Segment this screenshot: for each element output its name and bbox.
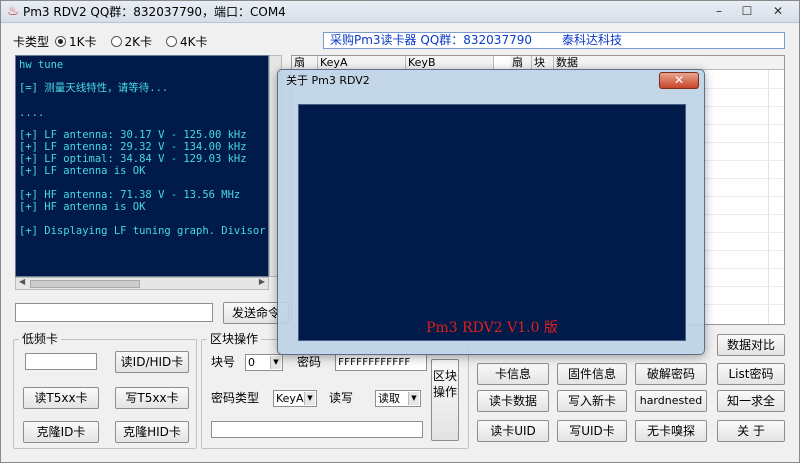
promo-banner: 采购Pm3读卡器 QQ群：832037790 泰科达科技	[323, 32, 785, 49]
read-write-value: 读取	[378, 392, 400, 405]
command-input[interactable]	[15, 303, 213, 322]
password-label: 密码	[297, 355, 322, 369]
radio-1k[interactable]: 1K卡	[55, 33, 97, 50]
window-controls: – ☐ ✕	[705, 3, 795, 20]
password-input[interactable]: FFFFFFFFFFFF	[335, 354, 427, 371]
block-ops-group-label: 区块操作	[207, 332, 262, 346]
block-number-select[interactable]: 0 ▼	[245, 354, 283, 371]
radio-2k-label: 2K卡	[124, 35, 153, 49]
about-dialog-title: 关于 Pm3 RDV2	[286, 74, 370, 87]
window-title: Pm3 RDV2 QQ群：832037790，端口：COM4	[23, 5, 286, 19]
know-one-get-all-button[interactable]: 知一求全	[717, 390, 785, 412]
block-data-input[interactable]	[211, 421, 423, 438]
key-type-select[interactable]: KeyA ▼	[273, 390, 317, 407]
grid-header-keyb[interactable]: KeyB	[406, 56, 494, 70]
about-dialog-close-button[interactable]: ✕	[659, 72, 699, 89]
read-write-select[interactable]: 读取 ▼	[375, 390, 421, 407]
read-uid-button[interactable]: 读卡UID	[477, 420, 549, 442]
terminal-line: [+] LF antenna: 29.32 V - 134.00 kHz	[19, 141, 247, 153]
terminal-horizontal-scrollbar[interactable]: ◀ ▶	[15, 277, 269, 290]
block-number-value: 0	[248, 356, 255, 369]
grid-header-sector[interactable]: 扇	[292, 56, 318, 70]
grid-header-keya[interactable]: KeyA	[318, 56, 406, 70]
radio-4k-label: 4K卡	[180, 35, 208, 49]
write-uid-button[interactable]: 写UID卡	[557, 420, 627, 442]
clone-hid-button[interactable]: 克隆HID卡	[115, 421, 189, 443]
terminal-line: [+] HF antenna is OK	[19, 201, 146, 213]
crack-password-button[interactable]: 破解密码	[635, 363, 707, 385]
terminal-line: ....	[19, 107, 45, 119]
write-new-card-button[interactable]: 写入新卡	[557, 390, 627, 412]
terminal-line: [+] Displaying LF tuning graph. Divisor	[19, 225, 266, 237]
radio-4k-dot[interactable]	[166, 36, 178, 47]
data-compare-button[interactable]: 数据对比	[717, 334, 785, 356]
low-freq-group-label: 低频卡	[19, 332, 62, 346]
about-dialog-body: Pm3 RDV2 V1.0 版	[298, 104, 686, 341]
card-info-button[interactable]: 卡信息	[477, 363, 549, 385]
terminal-line: [+] LF antenna is OK	[19, 165, 146, 177]
radio-1k-dot[interactable]	[55, 36, 67, 47]
maximize-button[interactable]: ☐	[733, 3, 761, 20]
radio-1k-label: 1K卡	[69, 35, 97, 49]
radio-4k[interactable]: 4K卡	[166, 33, 208, 50]
read-write-label: 读写	[329, 391, 354, 405]
read-t5xx-button[interactable]: 读T5xx卡	[23, 387, 99, 409]
scroll-left-icon[interactable]: ◀	[19, 277, 25, 286]
block-number-label: 块号	[211, 355, 236, 369]
card-type-label: 卡类型	[13, 35, 50, 49]
key-type-value: KeyA	[276, 392, 304, 405]
terminal-line: [+] HF antenna: 71.38 V - 13.56 MHz	[19, 189, 241, 201]
terminal-line: [+] LF optimal: 34.84 V - 129.03 kHz	[19, 153, 247, 165]
main-window: ♨ Pm3 RDV2 QQ群：832037790，端口：COM4 – ☐ ✕ 卡…	[0, 0, 800, 463]
close-icon: ✕	[673, 73, 685, 87]
read-id-hid-button[interactable]: 读ID/HID卡	[115, 351, 189, 373]
version-text: Pm3 RDV2 V1.0 版	[426, 320, 558, 336]
grid-header-data[interactable]: 数据	[554, 56, 784, 70]
about-button[interactable]: 关 于	[717, 420, 785, 442]
terminal-line: hw tune	[19, 59, 64, 71]
no-card-sniff-button[interactable]: 无卡嗅探	[635, 420, 707, 442]
card-type-selector: 卡类型 1K卡 2K卡 4K卡	[13, 33, 216, 50]
firmware-info-button[interactable]: 固件信息	[557, 363, 627, 385]
banner-right-text: 泰科达科技	[562, 33, 623, 47]
close-button[interactable]: ✕	[761, 3, 795, 20]
banner-left-text: 采购Pm3读卡器 QQ群：832037790	[330, 33, 532, 47]
minimize-button[interactable]: –	[705, 3, 733, 20]
key-type-label: 密码类型	[211, 391, 260, 405]
clone-id-button[interactable]: 克隆ID卡	[23, 421, 99, 443]
terminal-line: [+] LF antenna: 30.17 V - 125.00 kHz	[19, 129, 247, 141]
grid-header-sector-2[interactable]: 扇	[510, 56, 532, 70]
output-terminal[interactable]: hw tune [=] 测量天线特性，请等待... .... [+] LF an…	[15, 55, 269, 277]
app-logo-icon: ♨	[7, 4, 19, 19]
read-card-data-button[interactable]: 读卡数据	[477, 390, 549, 412]
chevron-down-icon[interactable]: ▼	[270, 356, 281, 369]
low-freq-id-field[interactable]	[25, 353, 97, 370]
scroll-right-icon[interactable]: ▶	[259, 277, 265, 286]
zone-ops-button[interactable]: 区块操作	[431, 359, 459, 441]
title-bar[interactable]: ♨ Pm3 RDV2 QQ群：832037790，端口：COM4 – ☐ ✕	[1, 1, 799, 23]
radio-2k[interactable]: 2K卡	[110, 33, 153, 50]
terminal-line: [=] 测量天线特性，请等待...	[19, 82, 169, 94]
chevron-down-icon[interactable]: ▼	[408, 392, 419, 405]
list-password-button[interactable]: List密码	[717, 363, 785, 385]
about-dialog[interactable]: 关于 Pm3 RDV2 ✕ Pm3 RDV2 V1.0 版	[277, 69, 705, 355]
write-t5xx-button[interactable]: 写T5xx卡	[115, 387, 189, 409]
scroll-thumb[interactable]	[30, 280, 140, 288]
chevron-down-icon[interactable]: ▼	[304, 392, 315, 405]
radio-2k-dot[interactable]	[110, 36, 122, 47]
hardnested-button[interactable]: hardnested	[635, 390, 707, 412]
grid-header-block[interactable]: 块	[532, 56, 554, 70]
